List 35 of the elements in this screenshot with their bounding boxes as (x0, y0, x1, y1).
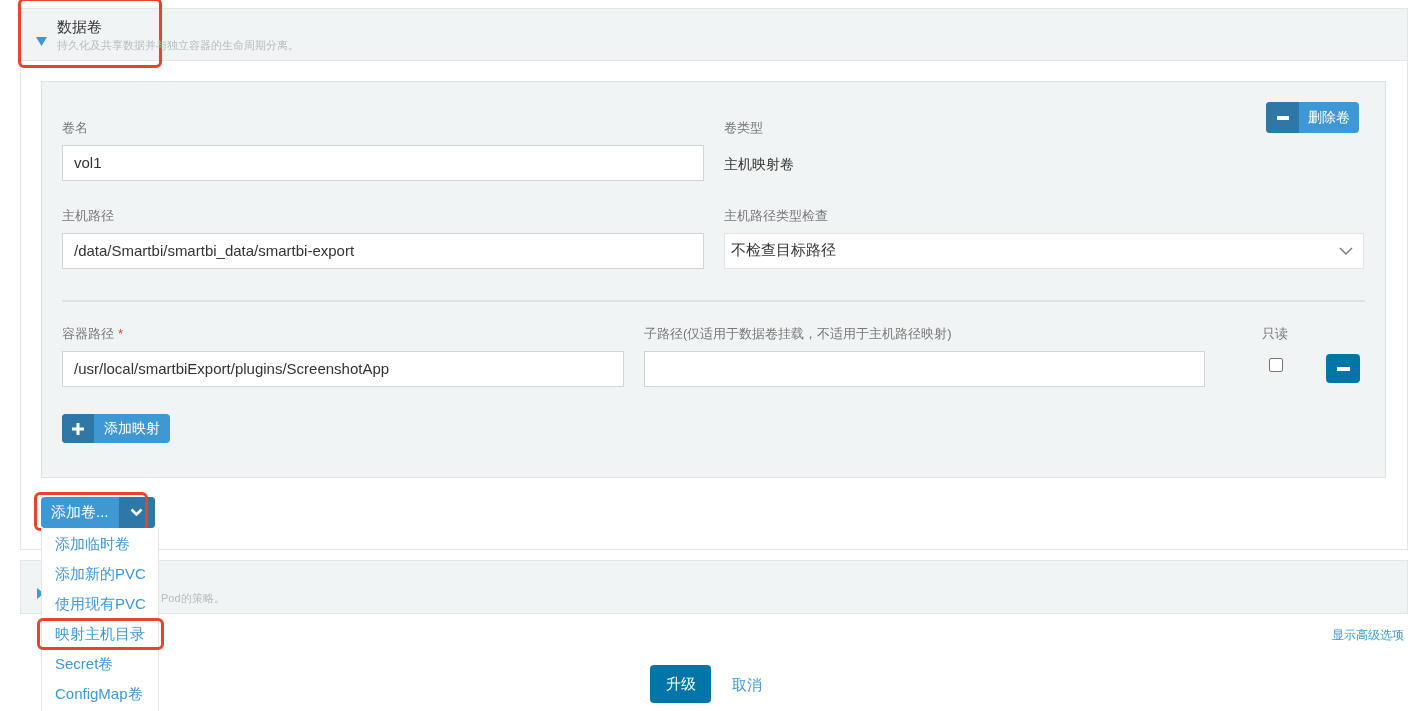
field-label: 容器路径 (62, 325, 114, 343)
upgrade-button[interactable]: 升级 (650, 665, 711, 703)
chevron-down-icon (130, 508, 143, 517)
remove-volume-button[interactable]: 删除卷 (1266, 102, 1359, 133)
menu-item[interactable]: 映射主机目录 (55, 622, 145, 646)
cancel-link[interactable]: 取消 (732, 674, 762, 697)
add-mapping-button[interactable]: 添加映射 (62, 414, 170, 443)
volume-type-value: 主机映射卷 (724, 154, 794, 174)
minus-icon (1276, 115, 1289, 120)
menu-item[interactable]: 使用现有PVC (55, 592, 146, 616)
field-label: 主机路径类型检查 (724, 207, 829, 225)
minus-icon (1336, 366, 1350, 371)
advanced-options-link[interactable]: 显示高级选项 (1332, 626, 1404, 644)
field-label: 卷类型 (724, 119, 764, 137)
expanded-triangle-icon[interactable] (36, 37, 47, 46)
section-title: 数据卷 (57, 16, 103, 37)
field-label: 主机路径 (62, 207, 115, 225)
input-field[interactable]: /usr/local/smartbiExport/plugins/ScreenshotApp (62, 350, 624, 387)
input-field[interactable] (644, 350, 1205, 387)
checkbox[interactable] (1269, 358, 1283, 372)
remove-mapping-button[interactable] (1326, 354, 1360, 383)
required-mark: * (118, 325, 124, 343)
field-label: 只读 (1262, 325, 1288, 343)
menu-item[interactable]: Secret卷 (55, 652, 114, 676)
add-volume-dropdown-button[interactable]: 添加卷... (41, 497, 155, 528)
input-field[interactable]: vol1 (62, 144, 704, 181)
plus-icon (72, 422, 84, 435)
menu-item[interactable]: 添加新的PVC (55, 562, 146, 586)
path-check-select[interactable]: 不检查目标路径 (724, 232, 1364, 269)
chevron-down-icon (1339, 246, 1353, 255)
menu-item[interactable]: 添加临时卷 (55, 532, 130, 556)
field-label: 子路径(仅适用于数据卷挂载，不适用于主机路径映射) (644, 325, 953, 343)
menu-item[interactable]: ConfigMap卷 (55, 682, 143, 706)
field-label: 卷名 (62, 119, 89, 137)
input-field[interactable]: /data/Smartbi/smartbi_data/smartbi-export (62, 232, 704, 269)
